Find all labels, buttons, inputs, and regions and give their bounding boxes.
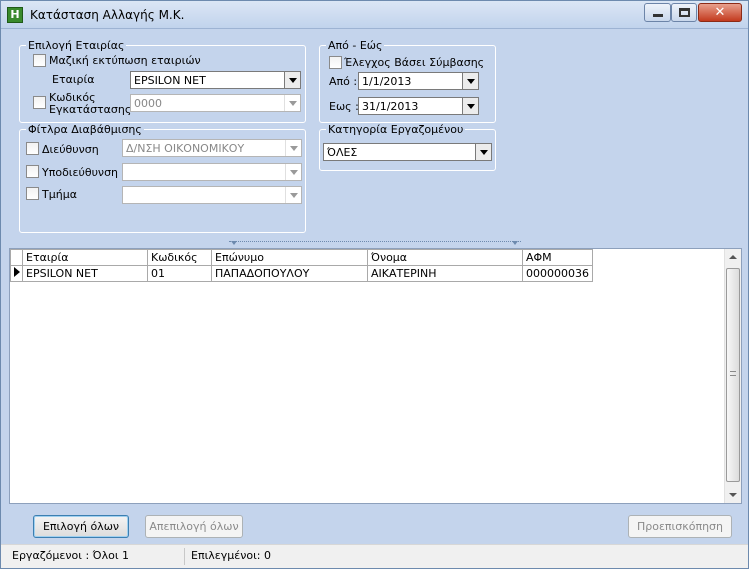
current-row-icon [14, 267, 20, 277]
chevron-down-icon[interactable] [462, 73, 478, 89]
minimize-icon [652, 14, 663, 17]
department-label: Τμήμα [42, 188, 77, 201]
chevron-down-icon[interactable] [475, 144, 491, 160]
subdirectorate-label: Υποδιεύθυνση [42, 166, 119, 179]
cell-name[interactable]: ΑΙΚΑΤΕΡΙΝΗ [367, 265, 523, 282]
from-date-picker[interactable]: 1/1/2013 [358, 72, 479, 90]
preview-button[interactable]: Προεπισκόπηση [628, 515, 732, 538]
column-header-code[interactable]: Κωδικός [147, 249, 212, 266]
company-select-value: EPSILON NET [134, 74, 206, 87]
employee-category-value: ΌΛΕΣ [327, 146, 358, 159]
filter-group-legend: Φίτλρα Διαβάθμισης [26, 123, 144, 136]
to-label: Εως : [329, 100, 359, 113]
bulk-print-label: Μαζική εκτύπωση εταιριών [49, 54, 201, 67]
maximize-icon [678, 8, 690, 17]
chevron-down-icon[interactable] [285, 140, 301, 156]
button-bar: Επιλογή όλων Απεπιλογή όλων Προεπισκόπησ… [9, 507, 742, 543]
column-header-name[interactable]: Όνομα [367, 249, 523, 266]
deselect-all-button[interactable]: Απεπιλογή όλων [145, 515, 243, 538]
directorate-select[interactable]: Δ/ΝΣΗ ΟΙΚΟΝΟΜΙΚΟΥ [122, 139, 302, 157]
install-code-select-value: 0000 [134, 97, 162, 110]
department-checkbox[interactable] [26, 187, 39, 200]
grip-icon [730, 371, 736, 376]
directorate-label: Διεύθυνση [42, 143, 99, 156]
close-button[interactable]: ✕ [698, 3, 742, 22]
collapse-arrow-icon [231, 241, 237, 245]
chevron-down-icon[interactable] [285, 164, 301, 180]
minimize-button[interactable] [644, 3, 671, 22]
company-group-legend: Επιλογή Εταιρίας [26, 39, 127, 52]
chevron-down-icon[interactable] [462, 98, 478, 114]
panel-splitter[interactable] [229, 241, 521, 246]
chevron-down-icon[interactable] [285, 187, 301, 203]
directorate-checkbox[interactable] [26, 142, 39, 155]
status-employees: Εργαζόμενοι : Όλοι 1 [12, 549, 130, 562]
to-date-value: 31/1/2013 [362, 100, 419, 113]
status-divider [184, 548, 185, 565]
close-icon: ✕ [714, 5, 726, 20]
contract-check-checkbox[interactable] [329, 56, 342, 69]
subdirectorate-checkbox[interactable] [26, 165, 39, 178]
install-code-label-2: Εγκατάστασης [49, 103, 132, 116]
to-date-picker[interactable]: 31/1/2013 [358, 97, 479, 115]
status-selected: Επιλεγμένοι: 0 [191, 549, 272, 562]
chevron-down-icon[interactable] [284, 95, 300, 111]
app-icon: H [7, 7, 23, 23]
employee-category-select[interactable]: ΌΛΕΣ [323, 143, 492, 161]
directorate-select-value: Δ/ΝΣΗ ΟΙΚΟΝΟΜΙΚΟΥ [126, 142, 245, 155]
cell-company[interactable]: EPSILON NET [22, 265, 148, 282]
cell-surname[interactable]: ΠΑΠΑΔΟΠΟΥΛΟΥ [211, 265, 368, 282]
install-code-checkbox[interactable] [33, 96, 46, 109]
company-select[interactable]: EPSILON NET [130, 71, 301, 89]
install-code-select[interactable]: 0000 [130, 94, 301, 112]
employees-table: Εταιρία Κωδικός Επώνυμο Όνομα ΑΦΜ EPSILO… [10, 249, 593, 282]
chevron-down-icon[interactable] [284, 72, 300, 88]
employee-category-legend: Κατηγορία Εργαζομένου [326, 123, 466, 136]
main-window: H Κατάσταση Αλλαγής Μ.Κ. ✕ Επιλογή Εταιρ… [0, 0, 749, 569]
table-row[interactable]: EPSILON NET 01 ΠΑΠΑΔΟΠΟΥΛΟΥ ΑΙΚΑΤΕΡΙΝΗ 0… [10, 265, 593, 282]
department-select[interactable] [122, 186, 302, 204]
table-header-row: Εταιρία Κωδικός Επώνυμο Όνομα ΑΦΜ [10, 249, 593, 266]
bulk-print-checkbox[interactable] [33, 54, 46, 67]
scroll-down-icon[interactable] [725, 486, 741, 503]
collapse-arrow-icon [512, 241, 518, 245]
title-bar: H Κατάσταση Αλλαγής Μ.Κ. ✕ [1, 1, 748, 29]
employees-grid: Εταιρία Κωδικός Επώνυμο Όνομα ΑΦΜ EPSILO… [9, 248, 742, 504]
scroll-thumb[interactable] [726, 268, 740, 482]
cell-afm[interactable]: 000000036 [522, 265, 593, 282]
period-group-legend: Από - Εώς [326, 39, 385, 52]
employee-category-group: Κατηγορία Εργαζομένου ΌΛΕΣ [319, 123, 496, 171]
row-selector[interactable] [10, 265, 23, 282]
status-bar: Εργαζόμενοι : Όλοι 1 Επιλεγμένοι: 0 [1, 544, 748, 568]
select-all-button[interactable]: Επιλογή όλων [33, 515, 129, 538]
from-label: Από : [329, 75, 358, 88]
vertical-scrollbar[interactable] [724, 249, 741, 503]
row-selector-header [10, 249, 23, 266]
cell-code[interactable]: 01 [147, 265, 212, 282]
from-date-value: 1/1/2013 [362, 75, 412, 88]
company-label: Εταιρία [52, 73, 95, 86]
column-header-afm[interactable]: ΑΦΜ [522, 249, 593, 266]
column-header-company[interactable]: Εταιρία [22, 249, 148, 266]
maximize-button[interactable] [671, 3, 697, 22]
company-group: Επιλογή Εταιρίας Μαζική εκτύπωση εταιριώ… [19, 39, 306, 123]
contract-check-label: Έλεγχος Βάσει Σύμβασης [344, 56, 485, 69]
scroll-up-icon[interactable] [725, 249, 741, 266]
filter-panel: Επιλογή Εταιρίας Μαζική εκτύπωση εταιριώ… [9, 31, 741, 239]
window-title: Κατάσταση Αλλαγής Μ.Κ. [30, 8, 185, 22]
subdirectorate-select[interactable] [122, 163, 302, 181]
filter-group: Φίτλρα Διαβάθμισης Διεύθυνση Δ/ΝΣΗ ΟΙΚΟΝ… [19, 123, 306, 233]
column-header-surname[interactable]: Επώνυμο [211, 249, 368, 266]
period-group: Από - Εώς Έλεγχος Βάσει Σύμβασης Από : 1… [319, 39, 496, 123]
